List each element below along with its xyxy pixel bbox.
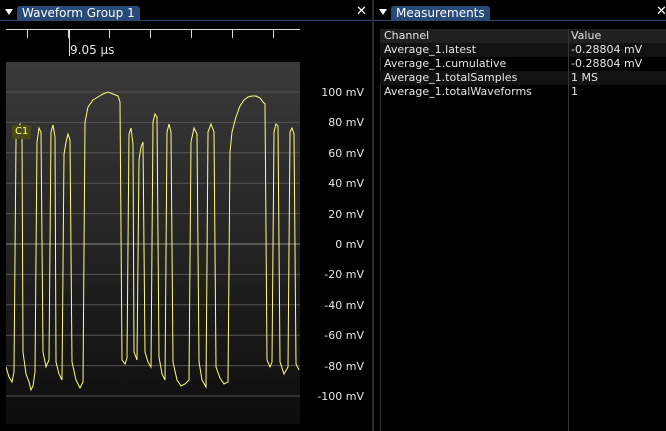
table-header-row: Channel Value [380, 29, 666, 43]
y-axis-label: 60 mV [328, 146, 364, 160]
value-cell: -0.28804 mV [571, 57, 643, 70]
table-row[interactable]: Average_1.totalWaveforms 1 [380, 85, 666, 99]
value-cell: -0.28804 mV [571, 43, 643, 56]
timeline-tick [27, 29, 28, 38]
waveform-trace [6, 91, 300, 392]
collapse-arrow-icon[interactable] [379, 9, 387, 15]
y-axis-label: 40 mV [328, 177, 364, 191]
value-cell: 1 MS [571, 71, 598, 84]
y-axis-label: -40 mV [324, 298, 364, 312]
collapse-arrow-icon[interactable] [5, 9, 13, 15]
y-axis-label: 20 mV [328, 207, 364, 221]
channel-cell: Average_1.cumulative [384, 57, 507, 70]
waveform-plot[interactable]: C1 [6, 62, 300, 424]
timeline-tick [150, 29, 151, 38]
tab-waveform-group[interactable]: Waveform Group 1 [17, 6, 140, 21]
timeline-axis[interactable] [6, 29, 300, 30]
column-header-value[interactable]: Value [571, 29, 601, 43]
timeline-tick [109, 29, 110, 38]
y-axis-label: -20 mV [324, 268, 364, 282]
channel-cell: Average_1.totalWaveforms [384, 85, 532, 98]
timeline-tick [273, 29, 274, 38]
timeline-tick [232, 29, 233, 38]
tab-underline [374, 20, 666, 21]
waveform-titlebar: Waveform Group 1 ✕ [0, 0, 372, 21]
table-row[interactable]: Average_1.cumulative -0.28804 mV [380, 57, 666, 71]
channel-cell: Average_1.latest [384, 43, 477, 56]
y-axis-label: -80 mV [324, 359, 364, 373]
y-axis-label: 100 mV [321, 86, 364, 99]
value-cell: 1 [571, 85, 578, 98]
timeline-tick [191, 29, 192, 38]
close-icon[interactable]: ✕ [356, 4, 367, 20]
y-axis-label: -60 mV [324, 329, 364, 343]
channel-cell: Average_1.totalSamples [384, 71, 518, 84]
table-row[interactable]: Average_1.latest -0.28804 mV [380, 43, 666, 57]
column-header-channel[interactable]: Channel [384, 29, 429, 43]
y-axis-label: 80 mV [328, 116, 364, 130]
cursor-time-label: 9.05 µs [70, 43, 115, 57]
table-row[interactable]: Average_1.totalSamples 1 MS [380, 71, 666, 85]
y-axis-label: -100 mV [317, 390, 364, 403]
tab-measurements[interactable]: Measurements [391, 6, 490, 21]
y-axis-label: 0 mV [335, 238, 364, 251]
channel-badge[interactable]: C1 [12, 125, 32, 139]
close-icon[interactable]: ✕ [656, 4, 666, 20]
column-separator[interactable] [568, 29, 569, 431]
waveform-trace-svg [6, 91, 300, 397]
tab-underline [0, 20, 372, 21]
measurements-titlebar: Measurements ✕ [374, 0, 666, 21]
